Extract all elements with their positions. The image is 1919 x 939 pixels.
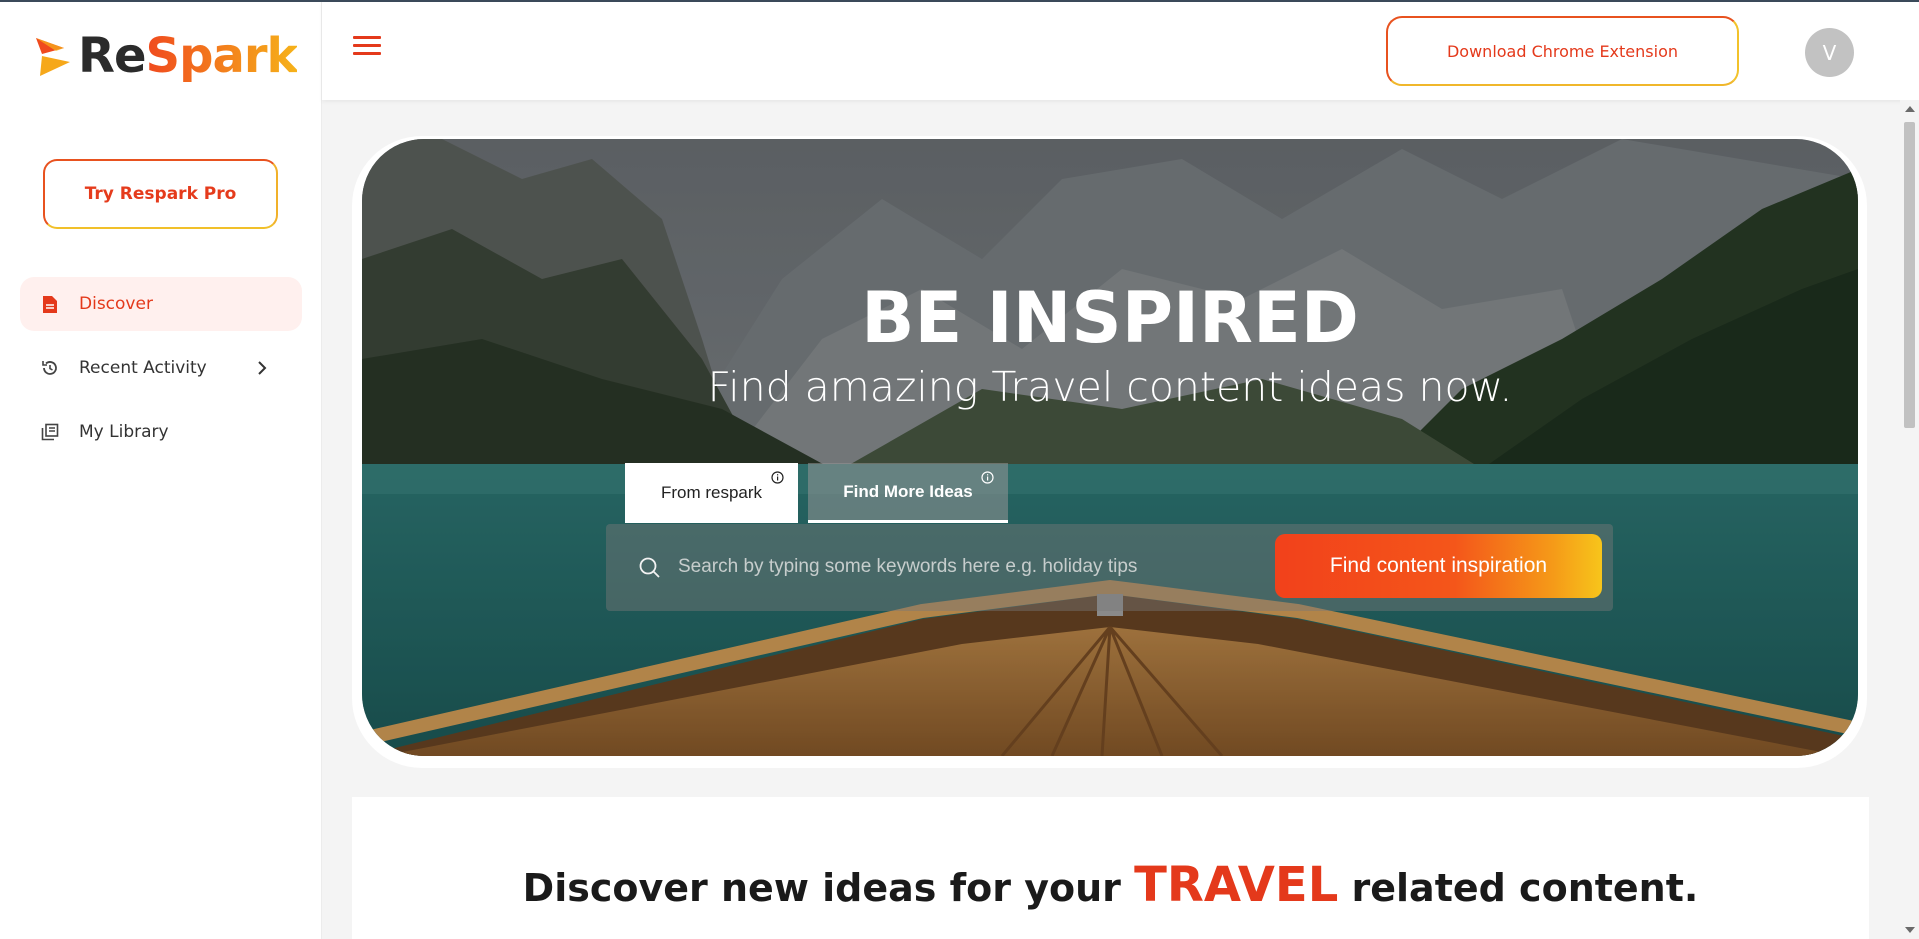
menu-bar <box>353 44 381 47</box>
keyword-search-input[interactable] <box>678 546 1238 588</box>
menu-bar <box>353 52 381 55</box>
chevron-right-icon <box>258 361 267 375</box>
hero-background-image <box>362 139 1858 756</box>
heading-text: Discover new ideas for your <box>522 866 1135 910</box>
sidebar-item-label: My Library <box>79 422 169 442</box>
search-icon <box>639 557 660 578</box>
search-panel: Find content inspiration <box>606 524 1613 611</box>
tab-label: From respark <box>660 483 763 502</box>
history-icon <box>40 358 60 378</box>
document-icon <box>40 294 60 314</box>
scroll-down-arrow-icon[interactable] <box>1905 927 1915 933</box>
sidebar-item-discover[interactable]: Discover <box>20 277 302 331</box>
tab-find-more-ideas[interactable]: Find More Ideas <box>808 463 1008 523</box>
tab-from-respark[interactable]: From respark <box>625 463 798 523</box>
logo-spark: Spark <box>145 28 299 84</box>
hero-banner: BE INSPIRED Find amazing Travel content … <box>362 139 1858 756</box>
logo-mark-icon <box>36 38 70 76</box>
heading-text: related content. <box>1338 866 1699 910</box>
tab-label: Find More Ideas <box>843 481 973 501</box>
discover-heading: Discover new ideas for your TRAVEL relat… <box>352 857 1869 913</box>
menu-bar <box>353 36 381 39</box>
hero-title: BE INSPIRED <box>861 277 1359 359</box>
info-icon[interactable] <box>771 471 784 484</box>
respark-logo[interactable]: ReSpark <box>34 26 299 86</box>
sidebar-item-label: Discover <box>79 294 153 314</box>
download-chrome-extension-button[interactable]: Download Chrome Extension <box>1386 16 1739 86</box>
logo-text: ReSpark <box>78 26 299 86</box>
info-icon[interactable] <box>981 471 994 484</box>
find-content-inspiration-button[interactable]: Find content inspiration <box>1275 534 1602 598</box>
page-scrollbar[interactable] <box>1900 100 1919 939</box>
user-avatar[interactable]: V <box>1805 28 1854 77</box>
hamburger-menu-button[interactable] <box>353 36 381 58</box>
scroll-up-arrow-icon[interactable] <box>1905 106 1915 112</box>
discover-section: Discover new ideas for your TRAVEL relat… <box>352 797 1869 939</box>
sidebar: ReSpark Try Respark Pro Discover Recent … <box>0 2 322 939</box>
library-icon <box>40 422 60 442</box>
top-header: Download Chrome Extension V <box>322 2 1919 100</box>
logo-re: Re <box>78 28 147 84</box>
sidebar-item-my-library[interactable]: My Library <box>20 405 302 459</box>
sidebar-item-recent-activity[interactable]: Recent Activity <box>20 341 302 395</box>
try-pro-button[interactable]: Try Respark Pro <box>43 159 278 229</box>
scroll-thumb[interactable] <box>1904 122 1915 428</box>
sidebar-item-label: Recent Activity <box>79 358 207 378</box>
hero-subtitle: Find amazing Travel content ideas now. <box>707 363 1513 411</box>
heading-highlight: TRAVEL <box>1134 857 1339 913</box>
